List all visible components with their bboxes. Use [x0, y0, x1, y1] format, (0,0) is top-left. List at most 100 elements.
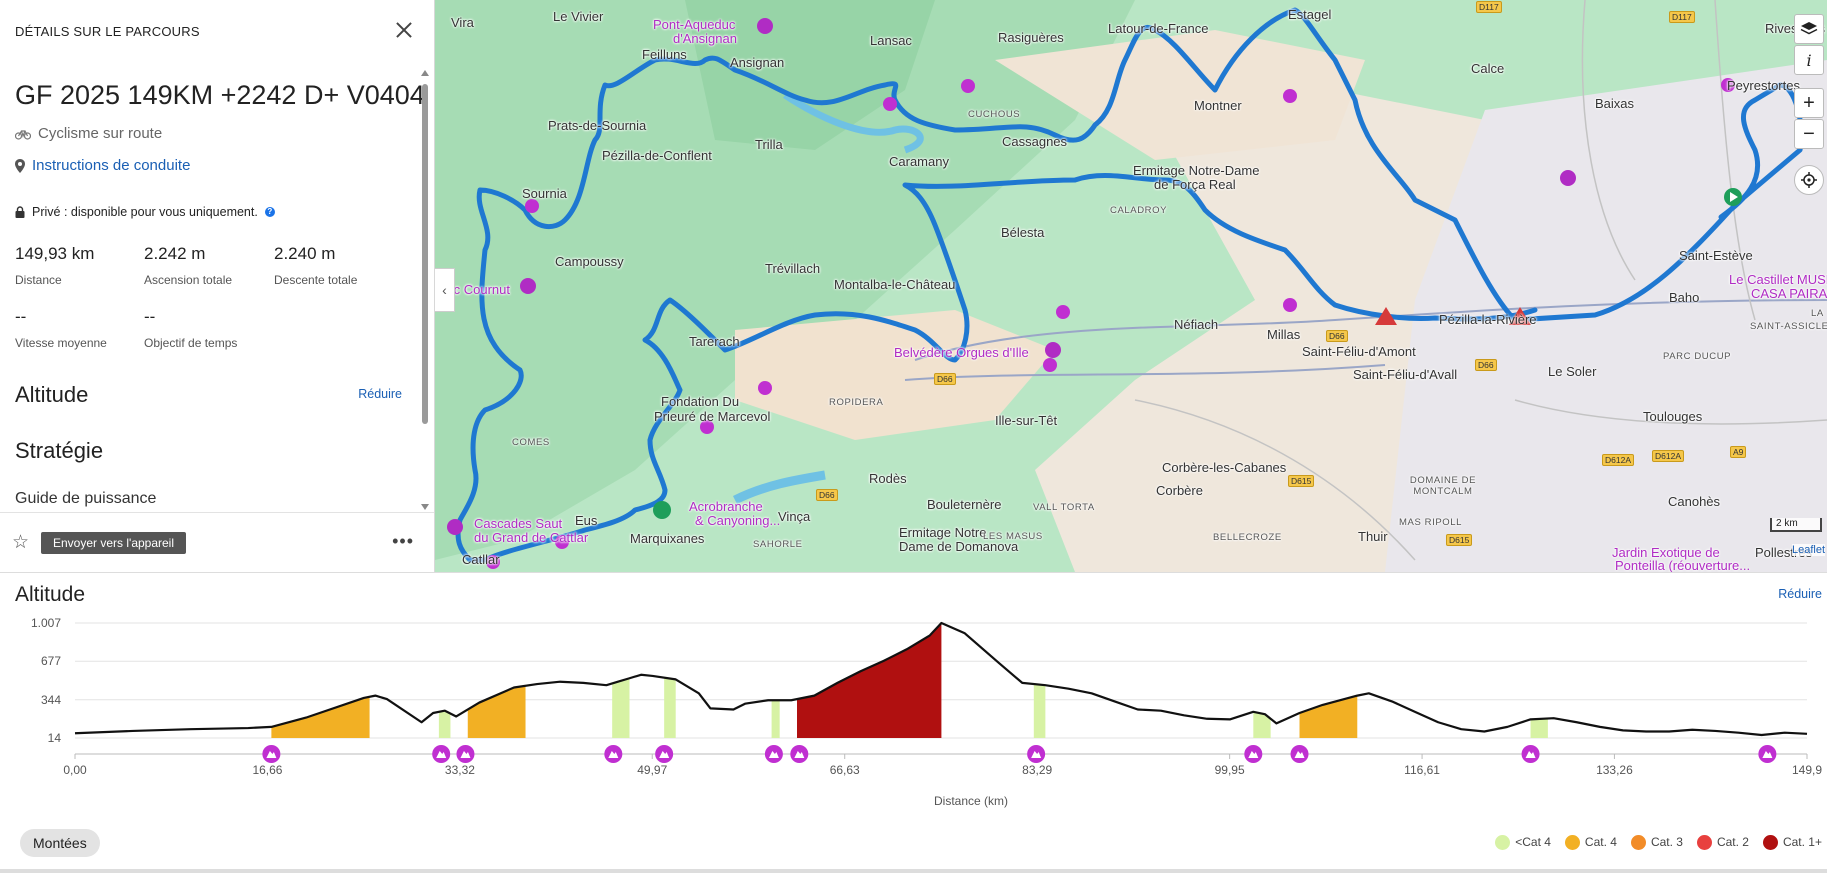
route-details-panel: DÉTAILS SUR LE PARCOURS GF 2025 149KM +2…: [0, 0, 435, 572]
more-options-icon[interactable]: •••: [392, 531, 414, 552]
legend-label: Cat. 2: [1716, 835, 1749, 849]
map-area-label: MAS RIPOLL: [1399, 517, 1463, 528]
stat-label: Vitesse moyenne: [15, 336, 107, 350]
map-label: Ponteilla (réouverture...: [1615, 558, 1751, 572]
altitude-collapse-link[interactable]: Réduire: [358, 387, 402, 401]
map-label: Acrobranche: [689, 499, 763, 514]
map-label: Bélesta: [1001, 225, 1045, 240]
climb-segment: [664, 677, 676, 738]
map-area-label: COMES: [512, 437, 550, 448]
road-badge: D66: [1475, 359, 1497, 371]
road-badge: A9: [1730, 446, 1747, 458]
y-tick-label: 344: [41, 693, 61, 707]
map-label: Vinça: [778, 509, 811, 524]
app-root: DÉTAILS SUR LE PARCOURS GF 2025 149KM +2…: [0, 0, 1827, 873]
x-tick-label: 83,29: [1022, 763, 1052, 777]
map-area-label: SAHORLE: [753, 539, 803, 550]
map-label: Le Soler: [1548, 364, 1597, 379]
collapse-panel-tab[interactable]: ‹: [435, 268, 455, 312]
panel-footer: ☆ Envoyer vers l'appareil •••: [0, 512, 434, 572]
privacy-status: Privé : disponible pour vous uniquement.…: [15, 205, 275, 219]
stat-label: Ascension totale: [144, 273, 233, 287]
directions-label[interactable]: Instructions de conduite: [32, 157, 190, 174]
legend-label: Cat. 1+: [1782, 835, 1822, 849]
map-label: Saint-Féliu-d'Avall: [1353, 367, 1458, 382]
map-label: Rodès: [869, 471, 907, 486]
elevation-section: Altitude Réduire 1.007 677 344 14 0,00 16,66 3…: [0, 572, 1827, 873]
climb-segment: [771, 700, 780, 738]
stat-label: Objectif de temps: [144, 336, 238, 350]
climbs-button[interactable]: Montées: [20, 829, 100, 857]
map-area-label: SAINT-ASSICLE: [1750, 321, 1827, 332]
map-label: Millas: [1267, 327, 1301, 342]
send-to-device-button[interactable]: Envoyer vers l'appareil: [41, 532, 187, 554]
map-label: Pézilla-la-Rivière: [1439, 312, 1537, 327]
locate-icon[interactable]: [1794, 165, 1824, 195]
route-map[interactable]: Vira Le Vivier Pont-Aqueduc d'Ansignan F…: [435, 0, 1827, 572]
elevation-chart[interactable]: 1.007 677 344 14 0,00 16,66 33,32 49,97 66,63 83,…: [0, 618, 1827, 868]
map-area-label: LA: [1811, 308, 1824, 319]
map-label: d'Ansignan: [673, 31, 737, 46]
map-label: Ermitage Notre: [899, 525, 987, 540]
panel-scrollbar[interactable]: [421, 68, 429, 510]
info-icon[interactable]: i: [1794, 45, 1824, 75]
map-attribution[interactable]: Leaflet: [1791, 544, 1825, 556]
map-area-label: ROPIDERA: [829, 397, 884, 408]
legend-swatch: [1762, 835, 1778, 851]
map-label: Campoussy: [555, 254, 624, 269]
road-badge: D612A: [1652, 450, 1684, 462]
scroll-up-arrow[interactable]: [421, 70, 429, 76]
scroll-thumb[interactable]: [422, 84, 428, 424]
climb-segment: [612, 678, 630, 738]
elevation-collapse-link[interactable]: Réduire: [1778, 587, 1822, 601]
scroll-down-arrow[interactable]: [421, 504, 429, 510]
map-label: Rasiguères: [998, 30, 1064, 45]
map-canvas[interactable]: [435, 0, 1827, 572]
x-tick-label: 0,00: [63, 763, 87, 777]
map-label: Le Vivier: [553, 9, 604, 24]
map-label: Corbère: [1156, 483, 1203, 498]
finish-marker[interactable]: [653, 501, 671, 519]
info-icon[interactable]: ?: [264, 207, 275, 217]
zoom-out-button[interactable]: −: [1794, 119, 1824, 149]
map-area-label: VALL TORTA: [1033, 502, 1095, 513]
map-area-label: CUCHOUS: [968, 109, 1021, 120]
legend-swatch: [1696, 835, 1712, 851]
star-icon[interactable]: ☆: [12, 531, 29, 554]
legend-item: Cat. 4: [1564, 835, 1617, 851]
climb-segment: [1530, 718, 1548, 738]
road-badge: D66: [934, 373, 956, 385]
map-label: Baixas: [1595, 96, 1635, 111]
power-guide: Guide de puissance: [15, 490, 157, 507]
map-label: Toulouges: [1643, 409, 1703, 424]
zoom-in-button[interactable]: +: [1794, 88, 1824, 118]
x-tick-label: 116,61: [1404, 763, 1440, 777]
road-badge: D66: [816, 489, 838, 501]
directions-link[interactable]: Instructions de conduite: [15, 157, 190, 174]
map-label: Montalba-le-Château: [834, 277, 956, 292]
legend-swatch: [1495, 835, 1511, 851]
map-scale: 2 km: [1770, 518, 1822, 532]
map-label: Feilluns: [642, 47, 687, 62]
map-label: Prieuré de Marcevol: [654, 409, 771, 424]
stat-descent: 2.240 m Descente totale: [274, 244, 357, 287]
layers-icon[interactable]: [1794, 14, 1824, 44]
climb-segment: [467, 685, 526, 738]
map-label: Baho: [1669, 290, 1700, 305]
map-label: Fondation Du: [661, 394, 740, 409]
map-label: Ille-sur-Têt: [995, 413, 1058, 428]
legend-item: <Cat 4: [1495, 835, 1551, 851]
privacy-label: Privé : disponible pour vous uniquement.: [32, 205, 258, 219]
legend-swatch: [1630, 835, 1646, 851]
climb-segment: [1033, 684, 1046, 738]
road-badge: D615: [1288, 475, 1315, 487]
legend-item: Cat. 2: [1696, 835, 1749, 851]
stat-label: Descente totale: [274, 273, 358, 287]
map-label: Saint-Estève: [1679, 248, 1753, 263]
close-icon[interactable]: [392, 18, 416, 42]
route-title: GF 2025 149KM +2242 D+ V0404: [15, 80, 425, 110]
road-badge: D66: [1326, 330, 1348, 342]
map-label: Sournia: [522, 186, 567, 201]
y-tick-label: 14: [48, 731, 62, 745]
map-label: Trilla: [755, 137, 783, 152]
